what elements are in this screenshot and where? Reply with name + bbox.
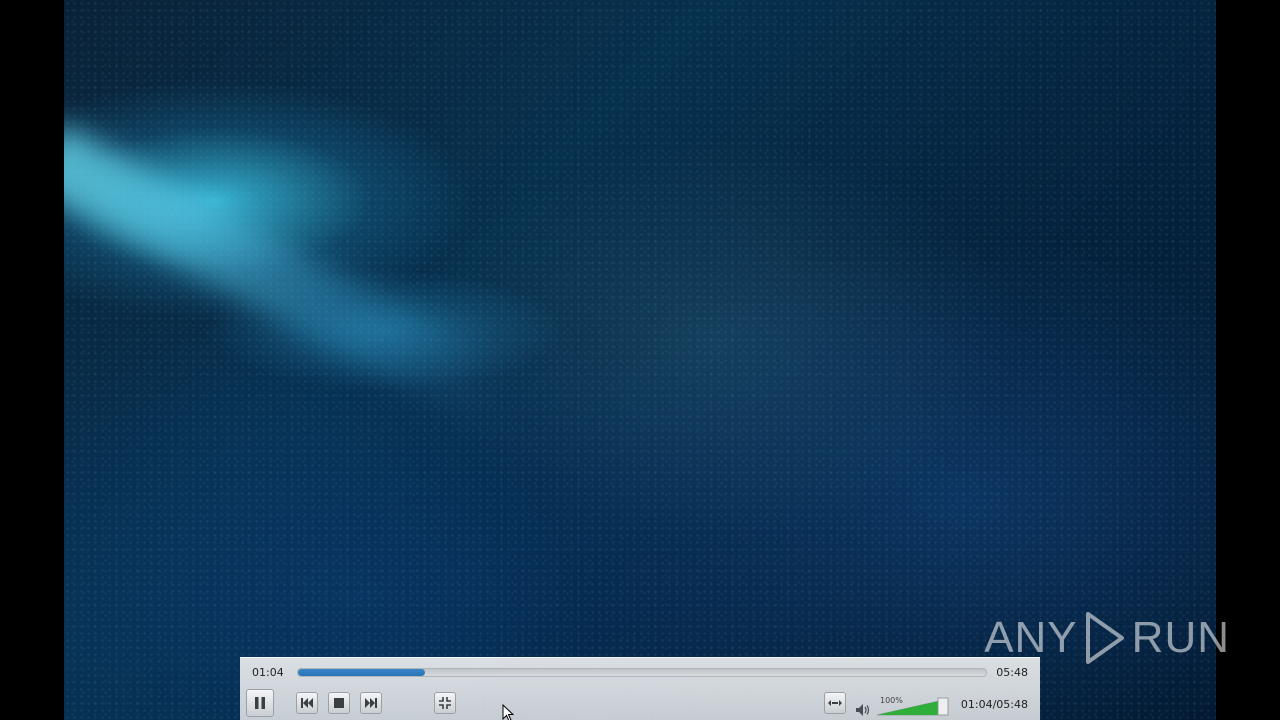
fullscreen-icon [439,697,451,709]
pause-icon [255,697,265,709]
time-counter: 01:04/05:48 [960,698,1028,711]
next-button[interactable] [360,692,382,714]
extended-settings-button[interactable] [824,692,846,714]
seek-slider[interactable] [297,668,987,677]
watermark-text-left: ANY [984,613,1078,662]
play-logo-icon [1085,612,1124,664]
watermark-text-right: RUN [1131,613,1230,662]
volume-slider[interactable] [876,696,950,716]
elapsed-time: 01:04 [252,666,284,679]
skip-previous-icon [301,698,313,708]
previous-button[interactable] [296,692,318,714]
extended-settings-icon [828,700,842,706]
seek-progress [298,669,425,676]
stop-button[interactable] [328,692,350,714]
pause-button[interactable] [246,689,274,717]
fullscreen-controller: 01:04 05:48 100% 01:04/05:48 [240,657,1040,720]
speaker-icon[interactable] [856,704,870,716]
total-time: 05:48 [996,666,1028,679]
stop-icon [334,698,344,708]
screen: ANY RUN 01:04 05:48 100% 01:04/05:48 [0,0,1280,720]
fullscreen-button[interactable] [434,692,456,714]
volume-handle[interactable] [937,697,949,716]
skip-next-icon [365,698,377,708]
mouse-cursor-icon [502,704,514,720]
